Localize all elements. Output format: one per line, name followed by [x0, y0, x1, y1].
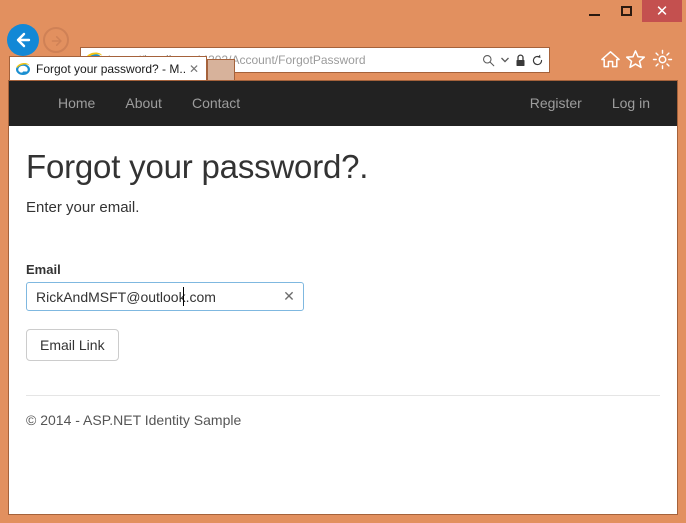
nav-link-register[interactable]: Register: [515, 81, 597, 126]
minimize-button[interactable]: [578, 0, 610, 22]
browser-toolbar: https://localhost:44302/Account/ForgotPa…: [0, 22, 686, 73]
nav-link-login[interactable]: Log in: [597, 81, 665, 126]
nav-link-home[interactable]: Home: [43, 81, 110, 126]
page-body: Forgot your password?. Enter your email.…: [9, 126, 677, 429]
text-caret: [183, 287, 184, 306]
browser-window: ✕ https://localhost:44302/Account/Forgot…: [0, 0, 686, 523]
email-link-button[interactable]: Email Link: [26, 329, 119, 361]
page-viewport: Home About Contact Register Log in Forgo…: [8, 80, 678, 515]
clear-input-icon[interactable]: ✕: [282, 287, 296, 306]
footer-text: © 2014 - ASP.NET Identity Sample: [26, 412, 242, 428]
close-icon: ✕: [655, 2, 669, 20]
back-button[interactable]: [7, 24, 39, 56]
tab-close-icon[interactable]: ✕: [186, 62, 202, 76]
navbar-right-links: Register Log in: [515, 81, 665, 126]
new-tab-button[interactable]: [207, 59, 235, 80]
page-subtitle: Enter your email.: [26, 199, 140, 216]
tab-title: Forgot your password? - M...: [36, 61, 186, 76]
forgot-password-form: Email ✕ Email Link: [26, 262, 660, 361]
navbar-left-links: Home About Contact: [43, 81, 255, 126]
nav-link-contact[interactable]: Contact: [177, 81, 255, 126]
forward-arrow-icon: [51, 36, 62, 46]
maximize-icon: [620, 6, 632, 16]
tab-strip: Forgot your password? - M... ✕: [0, 56, 686, 80]
page-title: Forgot your password?.: [26, 148, 369, 185]
email-input[interactable]: [26, 282, 304, 311]
internet-explorer-icon: [16, 62, 30, 75]
site-navbar: Home About Contact Register Log in: [9, 81, 677, 126]
email-label: Email: [26, 262, 61, 277]
footer-divider: [26, 395, 660, 396]
forward-button[interactable]: [43, 27, 69, 53]
browser-tab[interactable]: Forgot your password? - M... ✕: [9, 56, 207, 80]
back-arrow-icon: [16, 32, 31, 48]
title-bar: ✕: [0, 0, 686, 22]
minimize-icon: [588, 13, 600, 16]
close-window-button[interactable]: ✕: [642, 0, 682, 22]
email-field-wrapper: ✕: [26, 282, 304, 311]
maximize-button[interactable]: [610, 0, 642, 22]
nav-link-about[interactable]: About: [110, 81, 177, 126]
